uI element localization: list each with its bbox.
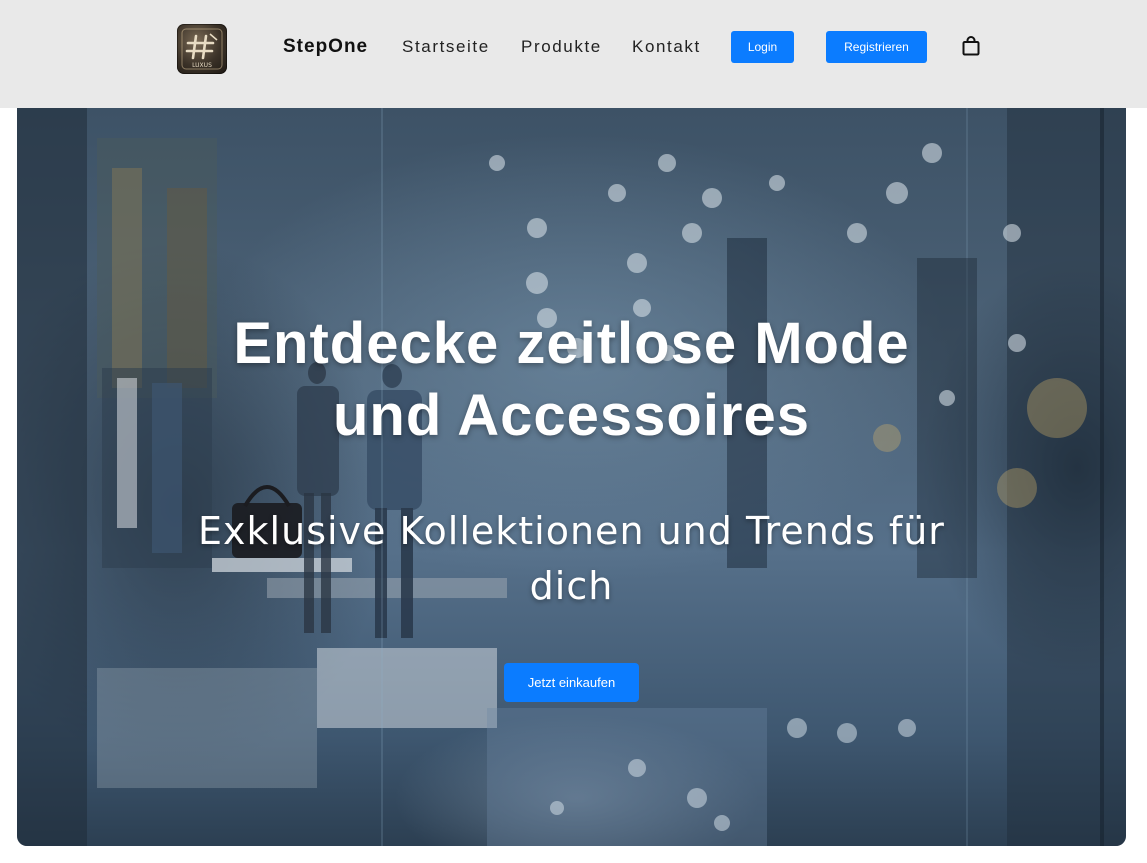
hero-subtitle-line-2: dich [529, 564, 614, 608]
nav-link-kontakt[interactable]: Kontakt [632, 37, 701, 57]
hero-title-line-1: Entdecke zeitlose Mode [233, 311, 910, 376]
hero-subtitle: Exklusive Kollektionen und Trends für di… [167, 504, 976, 614]
hero-title-line-2: und Accessoires [332, 383, 811, 448]
register-button[interactable]: Registrieren [826, 31, 927, 63]
brand-name[interactable]: StepOne [283, 36, 368, 58]
hero-banner: Entdecke zeitlose Mode und Accessoires E… [17, 108, 1126, 846]
hero-background-image [17, 108, 1126, 846]
login-button[interactable]: Login [731, 31, 794, 63]
top-navbar: LUXUS StepOne Startseite Produkte Kontak… [0, 0, 1147, 108]
logo-emblem-icon: LUXUS [181, 28, 223, 70]
shop-now-button[interactable]: Jetzt einkaufen [504, 663, 639, 702]
nav-link-startseite[interactable]: Startseite [402, 37, 490, 57]
brand-logo[interactable]: LUXUS [177, 24, 227, 74]
nav-link-produkte[interactable]: Produkte [521, 37, 602, 57]
hero-subtitle-line-1: Exklusive Kollektionen und Trends für [198, 509, 945, 553]
hero-title: Entdecke zeitlose Mode und Accessoires [17, 308, 1126, 452]
logo-text: LUXUS [192, 62, 212, 69]
shopping-bag-icon[interactable] [961, 35, 981, 57]
